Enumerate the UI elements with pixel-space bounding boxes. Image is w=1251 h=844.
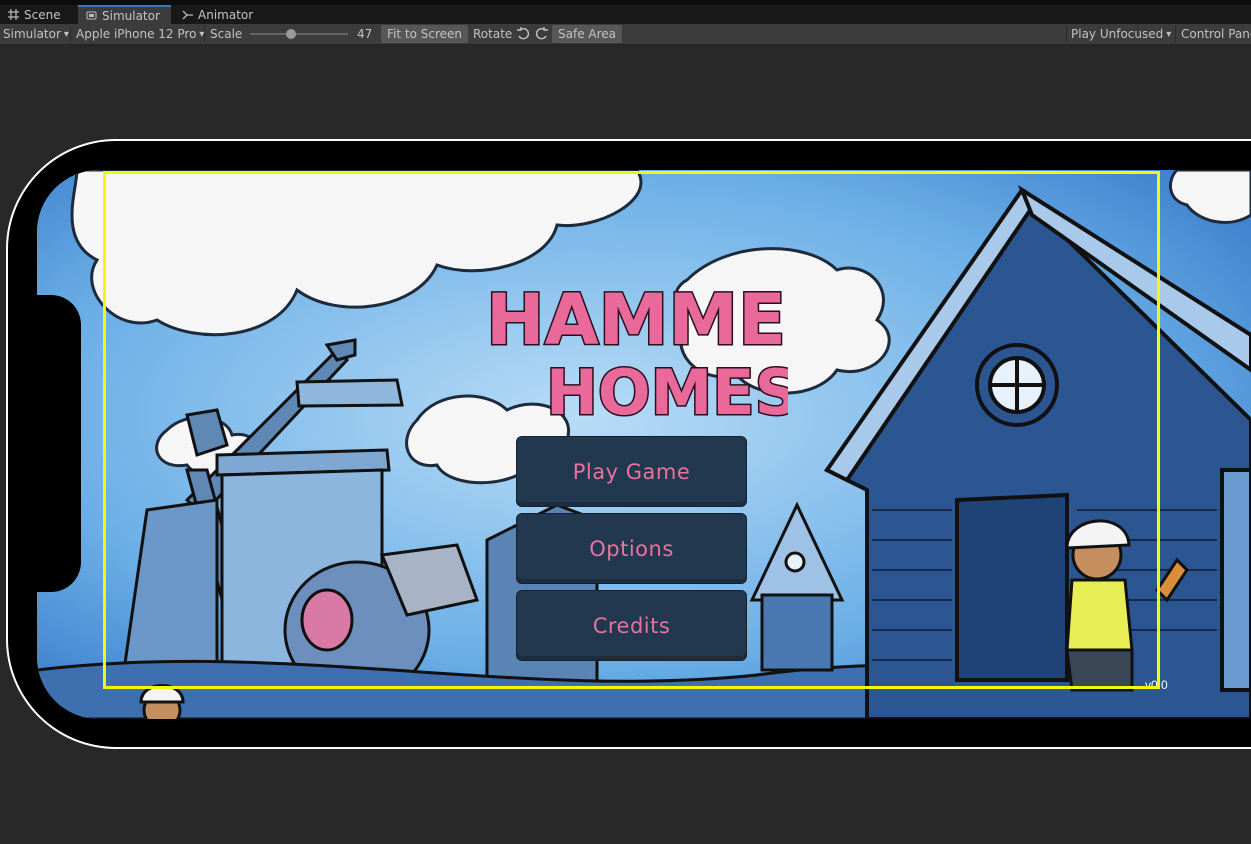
scale-value: 47 <box>357 27 373 41</box>
safe-area-toggle[interactable]: Safe Area <box>552 25 623 43</box>
version-label: v0.0 <box>1145 678 1168 692</box>
credits-label: Credits <box>592 613 671 638</box>
tab-label: Simulator <box>102 8 160 23</box>
toolbar-divider <box>1066 26 1067 42</box>
mode-dropdown[interactable]: Simulator <box>3 24 69 44</box>
toolbar-divider <box>1175 26 1176 42</box>
tab-label: Scene <box>24 7 61 22</box>
tab-simulator[interactable]: Simulator <box>78 5 171 24</box>
scale-slider-handle[interactable] <box>286 29 296 39</box>
toolbar-divider <box>204 26 205 42</box>
device-icon <box>86 10 97 21</box>
mode-dropdown-label: Simulator <box>3 27 61 41</box>
tab-animator[interactable]: Animator <box>174 5 261 24</box>
options-button[interactable]: Options <box>516 513 747 584</box>
tab-label: Animator <box>198 7 254 22</box>
device-notch <box>33 295 81 592</box>
rotate-label: Rotate <box>473 27 513 41</box>
rotate-left-icon[interactable] <box>516 24 531 44</box>
scale-label: Scale <box>210 27 243 41</box>
grid-icon <box>8 9 19 20</box>
fit-to-screen-button[interactable]: Fit to Screen <box>381 25 468 43</box>
device-dropdown[interactable]: Apple iPhone 12 Pro <box>76 24 204 44</box>
logo-line-2: HOMES <box>546 356 788 422</box>
play-mode-label: Play Unfocused <box>1071 27 1164 41</box>
tab-scene[interactable]: Scene <box>0 5 69 24</box>
logo-line-1: HAMMER <box>486 279 788 361</box>
options-label: Options <box>589 536 674 561</box>
device-dropdown-label: Apple iPhone 12 Pro <box>76 27 197 41</box>
credits-button[interactable]: Credits <box>516 590 747 661</box>
scale-slider-track[interactable] <box>250 33 348 35</box>
play-mode-dropdown[interactable]: Play Unfocused <box>1071 24 1171 44</box>
game-logo: HAMMER HOMES <box>485 278 789 423</box>
toolbar-divider <box>70 26 71 42</box>
animator-icon <box>182 9 193 20</box>
play-game-button[interactable]: Play Game <box>516 436 747 507</box>
play-game-label: Play Game <box>572 459 691 484</box>
editor-tab-strip: Scene Simulator Animator <box>0 0 1251 24</box>
control-panel-button[interactable]: Control Pane <box>1181 24 1251 44</box>
rotate-right-icon[interactable] <box>534 24 549 44</box>
